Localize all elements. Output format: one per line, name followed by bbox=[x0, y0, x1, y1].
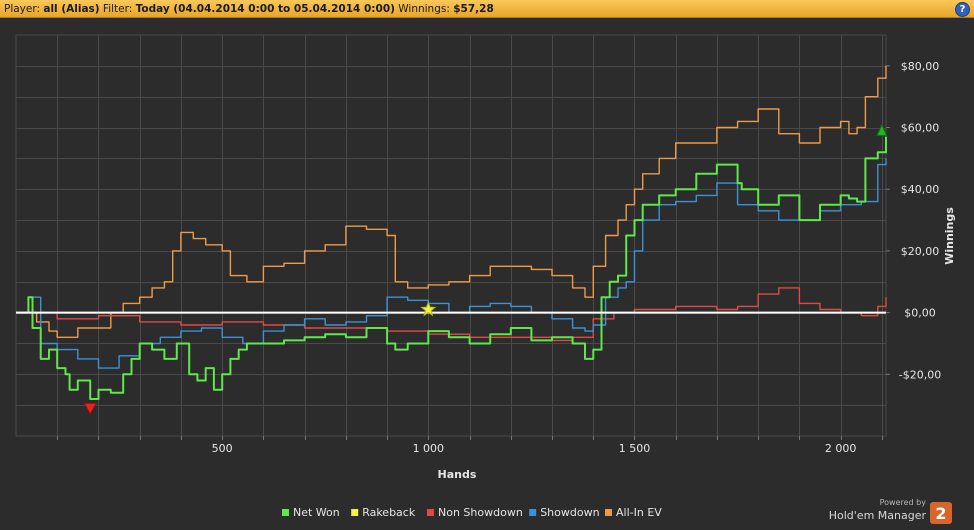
winnings-label: Winnings: bbox=[398, 3, 450, 15]
x-tick-label: 2 000 bbox=[825, 442, 857, 455]
legend-swatch-rakeback bbox=[351, 509, 359, 516]
markers bbox=[83, 123, 888, 416]
legend-swatch-net-won bbox=[282, 509, 289, 516]
series-line-non-showdown bbox=[16, 287, 887, 342]
legend-label-all-in-ev: All-In EV bbox=[616, 506, 662, 519]
series-line-net-won bbox=[16, 136, 887, 400]
legend-label-rakeback: Rakeback bbox=[362, 506, 416, 519]
y-tick-label: $60,00 bbox=[901, 122, 940, 135]
player-label: Player: bbox=[4, 3, 41, 15]
x-tick-label: 1 000 bbox=[413, 442, 445, 455]
legend-swatch-showdown bbox=[529, 509, 537, 516]
powered-by-text: Powered by bbox=[880, 498, 927, 507]
y-tick-label: $0,00 bbox=[904, 307, 936, 320]
legend-swatch-all-in-ev bbox=[605, 509, 612, 516]
legend-label-showdown: Showdown bbox=[540, 506, 599, 519]
x-tick-label: 500 bbox=[212, 442, 233, 455]
y-ticks: -$20,00 $0,00 $20,00 $40,00 $60,00 $80,00 bbox=[899, 60, 941, 381]
brand-badge: 2 bbox=[935, 504, 946, 523]
legend-label-net-won: Net Won bbox=[293, 506, 340, 519]
y-axis-label: Winnings bbox=[943, 207, 956, 265]
y-tick-label: $40,00 bbox=[901, 183, 940, 196]
help-icon[interactable]: ? bbox=[955, 2, 970, 17]
filter-value: Today (04.04.2014 0:00 to 05.04.2014 0:0… bbox=[135, 3, 395, 15]
gridlines bbox=[15, 34, 890, 440]
brand-name: Hold'em Manager bbox=[829, 509, 927, 522]
x-tick-label: 1 500 bbox=[619, 442, 651, 455]
filter-label: Filter: bbox=[102, 3, 133, 15]
y-tick-label: $20,00 bbox=[901, 245, 940, 258]
y-tick-label: $80,00 bbox=[901, 60, 940, 73]
x-ticks: 500 1 000 1 500 2 000 bbox=[212, 442, 857, 455]
worst-point-marker bbox=[83, 402, 98, 416]
report-info-bar: Player: all (Alias) Filter: Today (04.04… bbox=[0, 0, 974, 18]
series-line-all-in-ev bbox=[16, 65, 887, 338]
player-value: all (Alias) bbox=[43, 3, 100, 15]
best-point-marker bbox=[876, 123, 888, 137]
legend-swatch-non-showdown bbox=[427, 509, 434, 516]
winnings-value: $57,28 bbox=[453, 3, 494, 15]
legend: Net Won Rakeback Non Showdown Showdown All-I… bbox=[282, 506, 662, 519]
holdem-manager-brand: Powered by Hold'em Manager 2 bbox=[829, 498, 952, 524]
series-lines bbox=[16, 65, 887, 400]
legend-label-non-showdown: Non Showdown bbox=[438, 506, 523, 519]
x-axis-label: Hands bbox=[438, 468, 477, 481]
plot-frame bbox=[15, 34, 887, 437]
winnings-chart: 500 1 000 1 500 2 000 -$20,00 $0,00 $20,00 $40… bbox=[15, 34, 956, 519]
hm2-logo-icon: 2 bbox=[930, 502, 952, 524]
y-tick-label: -$20,00 bbox=[899, 368, 941, 381]
